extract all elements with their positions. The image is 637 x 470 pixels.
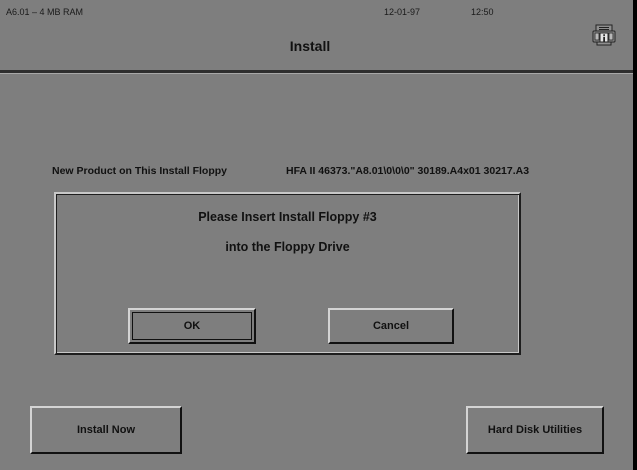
install-now-label: Install Now — [76, 424, 136, 436]
cancel-button[interactable]: Cancel — [328, 308, 454, 344]
insert-floppy-dialog: Please Insert Install Floppy #3 into the… — [54, 192, 521, 355]
ok-button[interactable]: OK — [128, 308, 256, 344]
date-display: 12-01-97 — [384, 7, 421, 17]
hard-disk-utilities-label: Hard Disk Utilities — [487, 424, 583, 436]
hard-disk-utilities-button[interactable]: Hard Disk Utilities — [466, 406, 604, 454]
page-title: Install — [289, 38, 331, 54]
dialog-message-line-2: into the Floppy Drive — [225, 240, 350, 254]
product-info-label: New Product on This Install Floppy — [52, 165, 228, 177]
dialog-message-line-1: Please Insert Install Floppy #3 — [198, 210, 377, 224]
ok-button-label: OK — [183, 320, 201, 332]
title-divider — [0, 70, 633, 74]
cancel-button-label: Cancel — [372, 320, 410, 332]
install-screen: A6.01 – 4 MB RAM 12-01-97 12:50 Install … — [0, 0, 633, 470]
version-info: A6.01 – 4 MB RAM — [6, 7, 84, 17]
install-now-button[interactable]: Install Now — [30, 406, 182, 454]
time-display: 12:50 — [471, 7, 494, 17]
product-info-value: HFA II 46373."A8.01\0\0\0" 30189.A4x01 3… — [286, 165, 530, 177]
info-printer-icon[interactable] — [591, 23, 617, 47]
